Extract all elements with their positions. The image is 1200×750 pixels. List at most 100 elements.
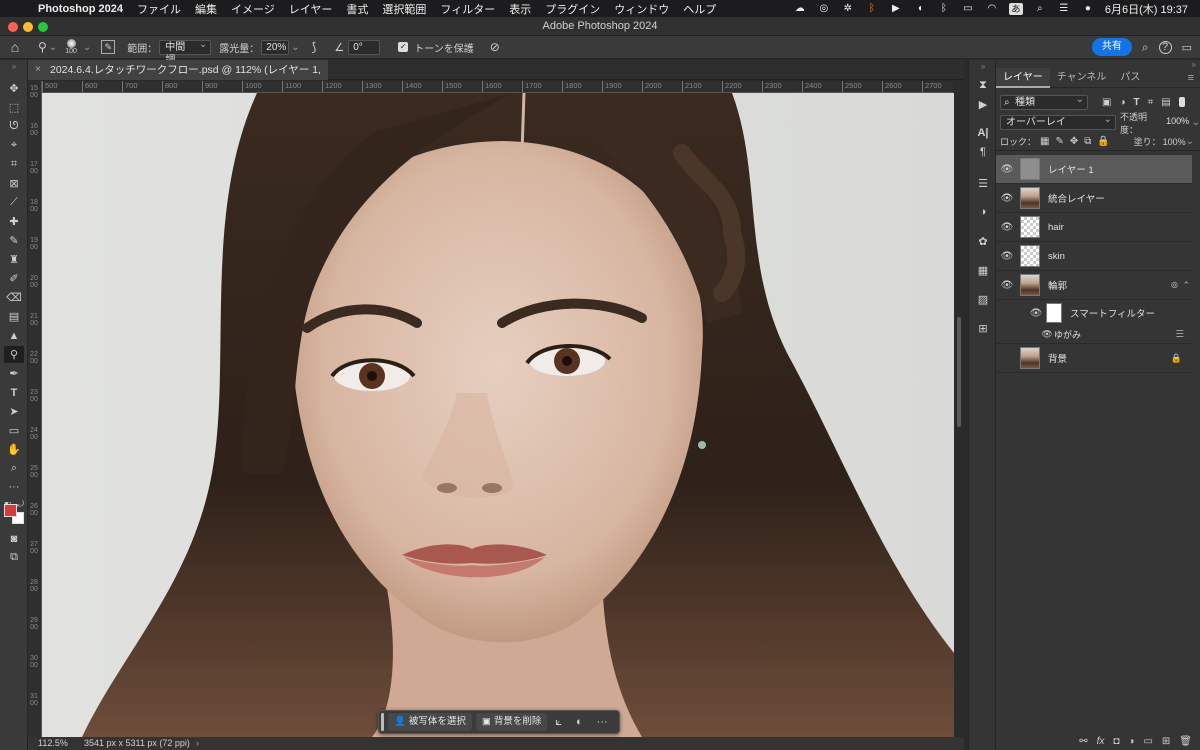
smart-object-thumbnail[interactable]	[1020, 274, 1040, 296]
play-icon[interactable]: ▶	[889, 3, 903, 14]
bluetooth-icon[interactable]: ᛒ	[937, 3, 951, 14]
brush-preset-picker[interactable]: 100	[65, 38, 77, 56]
filter-name[interactable]: ゆがみ	[1054, 328, 1081, 341]
menu-edit[interactable]: 編集	[195, 1, 217, 17]
volume-icon[interactable]: ◖	[913, 3, 927, 14]
pen-tool-icon[interactable]: ✒	[4, 365, 24, 382]
protect-tones-checkbox[interactable]: ✓	[398, 42, 409, 52]
edit-toolbar-icon[interactable]: ···	[4, 478, 24, 495]
blend-mode-select[interactable]: オーバーレイ	[1000, 113, 1117, 130]
paragraph-panel-icon[interactable]: ¶	[973, 143, 993, 161]
visibility-eye-icon[interactable]: 👁	[996, 193, 1018, 204]
battery-icon[interactable]: ▭	[961, 3, 975, 14]
vertical-scrollbar[interactable]	[954, 81, 964, 737]
horizontal-ruler[interactable]: 500 600 700 800 900 1000 1100 1200 1300 1400 1500 1…	[42, 81, 953, 93]
visibility-eye-icon[interactable]: 👁	[996, 222, 1018, 233]
blur-tool-icon[interactable]: ▲	[4, 327, 24, 344]
chevron-down-icon[interactable]: ⌄	[49, 42, 57, 53]
character-panel-icon[interactable]: A|	[973, 124, 993, 142]
workspace-icon[interactable]: ▭	[1182, 41, 1192, 54]
gradients-panel-icon[interactable]: ▨	[973, 290, 993, 308]
chevron-down-icon[interactable]: ⌄	[1192, 117, 1200, 128]
layer-thumbnail[interactable]	[1020, 216, 1040, 238]
menu-view[interactable]: 表示	[509, 1, 531, 17]
filter-mask-thumbnail[interactable]	[1046, 303, 1062, 323]
expand-chevron-icon[interactable]: ⌃	[1182, 280, 1190, 291]
quick-selection-tool-icon[interactable]: ⌖	[4, 137, 24, 154]
trash-icon[interactable]: 🗑	[1179, 736, 1192, 747]
healing-brush-tool-icon[interactable]: ✚	[4, 213, 24, 230]
menu-layer[interactable]: レイヤー	[289, 1, 333, 17]
document-canvas[interactable]	[42, 93, 954, 737]
visibility-eye-icon[interactable]: 👁	[996, 353, 1018, 364]
layer-row[interactable]: 👁 レイヤー 1	[996, 155, 1192, 184]
menu-help[interactable]: ヘルプ	[683, 1, 716, 17]
filter-type-icon[interactable]: T	[1134, 97, 1140, 108]
frame-tool-icon[interactable]: ⊠	[4, 175, 24, 192]
close-document-icon[interactable]: ×	[35, 60, 41, 80]
drag-handle[interactable]	[381, 713, 384, 731]
screen-mode-icon[interactable]: ⧉	[4, 549, 24, 566]
lock-artboard-icon[interactable]: ⧉	[1084, 136, 1091, 147]
zoom-level[interactable]: 112.5%	[38, 737, 68, 750]
pressure-size-icon[interactable]: ⊘	[490, 40, 500, 54]
layer-style-icon[interactable]: fx	[1097, 736, 1105, 747]
menu-plugins[interactable]: プラグイン	[545, 1, 600, 17]
color-panel-icon[interactable]: ✿	[973, 232, 993, 250]
siri-icon[interactable]: ●	[1081, 3, 1095, 14]
new-group-icon[interactable]: ▭	[1143, 736, 1152, 747]
layer-row[interactable]: 👁 統合レイヤー	[996, 184, 1192, 213]
visibility-eye-icon[interactable]: 👁	[1028, 308, 1044, 319]
layer-thumbnail[interactable]	[1020, 158, 1040, 180]
app-menu[interactable]: Photoshop 2024	[38, 3, 123, 15]
layer-name[interactable]: skin	[1048, 251, 1065, 262]
layer-row[interactable]: 👁 背景 🔒	[996, 344, 1192, 373]
select-subject-button[interactable]: 👤 被写体を選択	[388, 713, 472, 731]
type-tool-icon[interactable]: T	[4, 384, 24, 401]
vertical-ruler[interactable]: 1500 1600 1700 1800 1900 2000 2100 2200 2300 2400…	[28, 81, 42, 737]
hand-tool-icon[interactable]: ✋	[4, 441, 24, 458]
layer-thumbnail[interactable]	[1020, 187, 1040, 209]
layer-row[interactable]: 👁 skin	[996, 242, 1192, 271]
exposure-dropdown-icon[interactable]: ⌄	[291, 42, 299, 53]
chevron-down-icon[interactable]: ⌄	[83, 42, 91, 53]
eyedropper-tool-icon[interactable]: ⟋	[4, 194, 24, 211]
visibility-eye-icon[interactable]: 👁	[1040, 329, 1054, 340]
tab-layers[interactable]: レイヤー	[996, 68, 1050, 88]
lasso-tool-icon[interactable]: ᘎ	[4, 118, 24, 135]
menu-filter[interactable]: フィルター	[440, 1, 495, 17]
vertical-scrollbar-thumb[interactable]	[957, 317, 961, 427]
new-layer-icon[interactable]: ⊞	[1162, 736, 1170, 747]
visibility-eye-icon[interactable]: 👁	[996, 280, 1018, 291]
spotlight-search-icon[interactable]: ⌕	[1033, 3, 1047, 14]
adjustments-panel-icon[interactable]: ◑	[973, 203, 993, 221]
lock-all-icon[interactable]: 🔒	[1097, 136, 1109, 147]
filter-shape-icon[interactable]: ⌗	[1148, 97, 1154, 108]
panel-menu-icon[interactable]: ≡	[1188, 68, 1194, 87]
filter-adjustment-icon[interactable]: ◑	[1119, 97, 1125, 108]
filter-smart-object-icon[interactable]: ▤	[1161, 97, 1170, 108]
menu-select[interactable]: 選択範囲	[382, 1, 426, 17]
clone-stamp-tool-icon[interactable]: ♜	[4, 251, 24, 268]
opacity-input[interactable]: 100%	[1166, 115, 1191, 130]
layer-row[interactable]: 👁 hair	[996, 213, 1192, 242]
close-window-button[interactable]	[8, 22, 18, 32]
zoom-tool-icon[interactable]: ⌕	[4, 460, 24, 477]
search-icon[interactable]: ⌕	[1142, 40, 1149, 55]
collapse-toolbar-icon[interactable]: »	[4, 62, 24, 71]
actions-panel-icon[interactable]: ▶	[973, 95, 993, 113]
layer-name[interactable]: 統合レイヤー	[1048, 191, 1105, 205]
marquee-tool-icon[interactable]: ⬚	[4, 99, 24, 116]
sync-icon[interactable]: ◎	[817, 3, 831, 14]
tab-channels[interactable]: チャンネル	[1050, 68, 1114, 88]
layer-name[interactable]: hair	[1048, 222, 1064, 233]
remove-background-button[interactable]: ▣ 背景を削除	[475, 713, 548, 731]
burn-tool-preset-icon[interactable]: ⚲	[38, 40, 47, 54]
tab-paths[interactable]: パス	[1113, 68, 1147, 88]
path-selection-tool-icon[interactable]: ➤	[4, 403, 24, 420]
status-menu-chevron-icon[interactable]: ›	[196, 737, 199, 750]
filter-kind-select[interactable]: ⌕ 種類	[1000, 93, 1088, 110]
new-adjustment-layer-icon[interactable]: ◑	[1128, 736, 1134, 747]
filter-row[interactable]: 👁 ゆがみ ☰	[996, 326, 1192, 344]
zoom-window-button[interactable]	[38, 22, 48, 32]
